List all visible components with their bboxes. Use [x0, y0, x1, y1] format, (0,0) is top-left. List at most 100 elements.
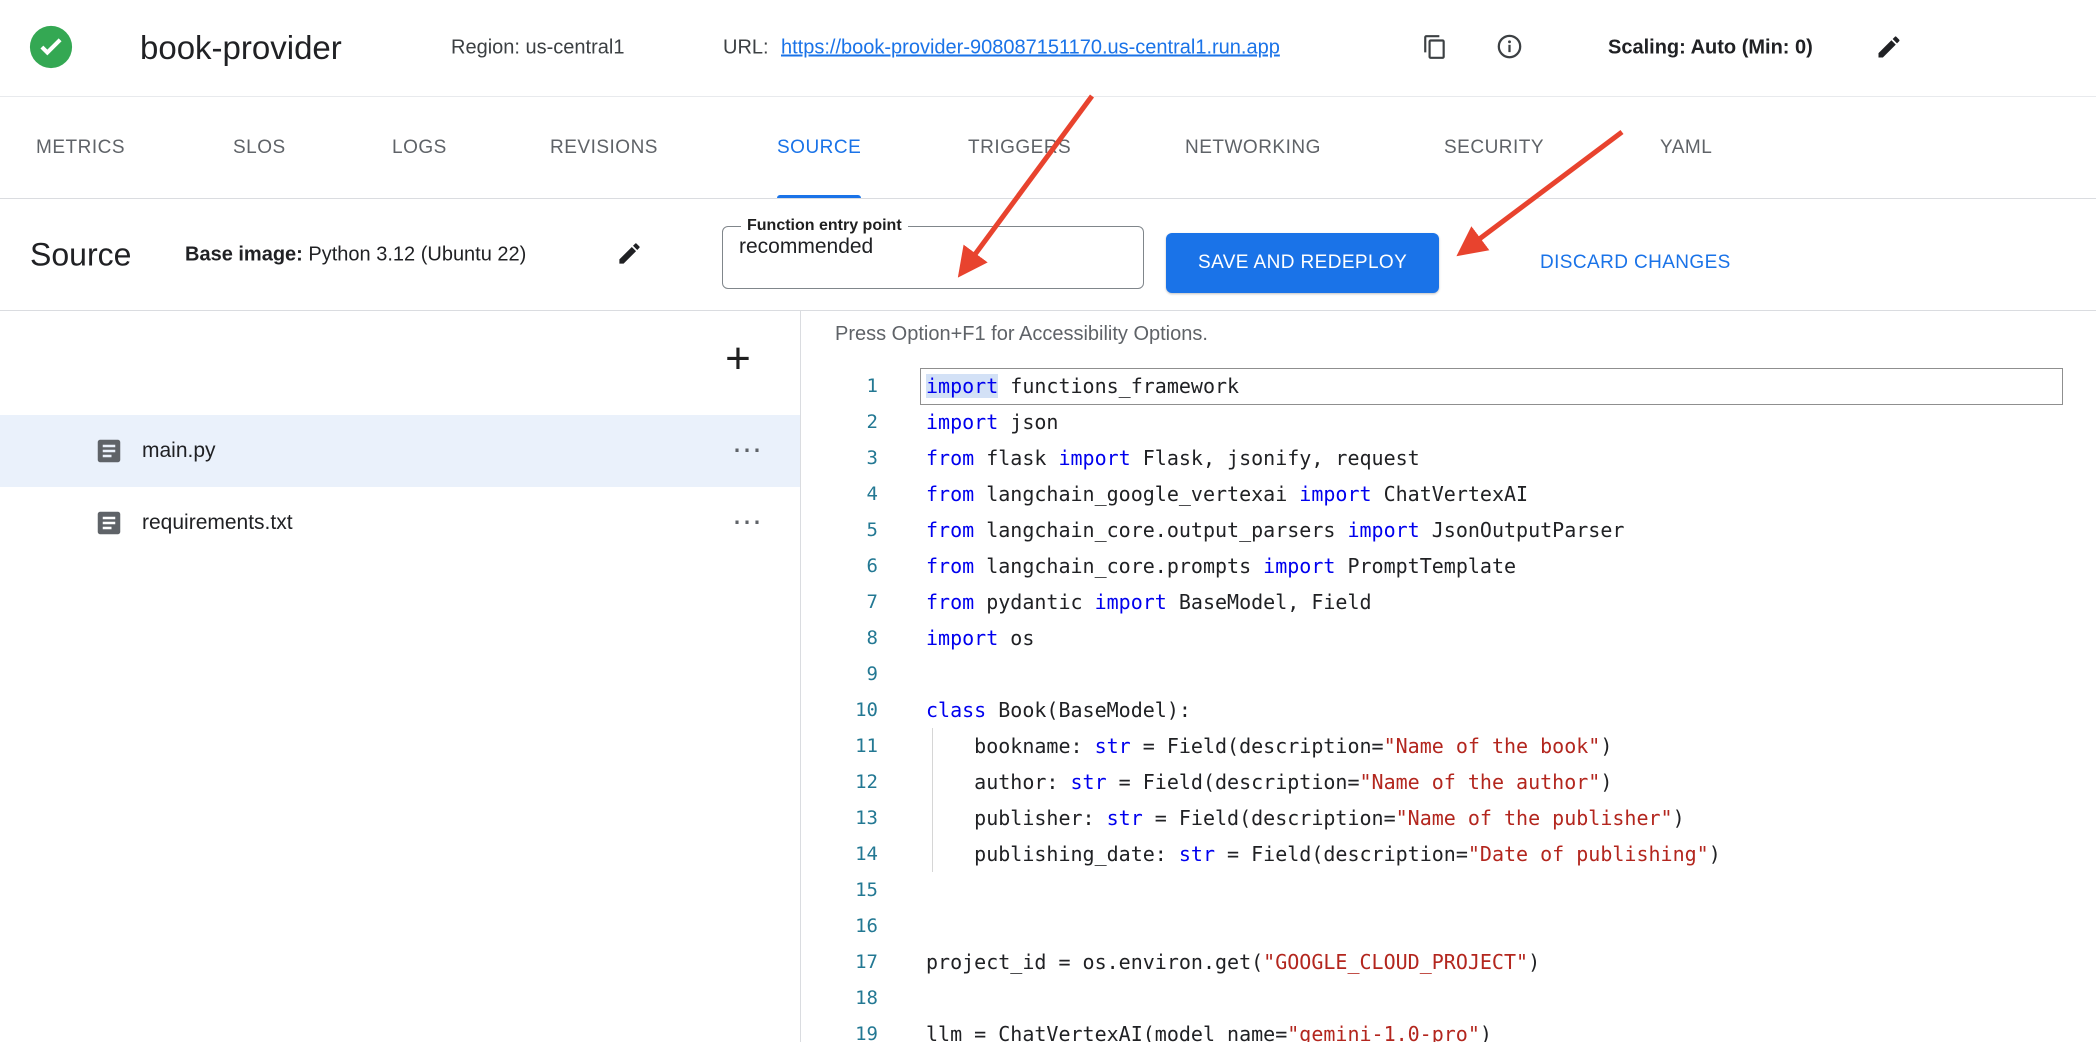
edit-base-image-button[interactable] — [612, 238, 646, 272]
code-line-content: from langchain_core.prompts import Promp… — [926, 548, 2096, 584]
tab-metrics[interactable]: METRICS — [36, 97, 125, 198]
line-number: 16 — [801, 908, 878, 944]
line-number: 5 — [801, 512, 878, 548]
line-number: 3 — [801, 440, 878, 476]
code-line-content — [926, 980, 2096, 1016]
service-url-link[interactable]: https://book-provider-908087151170.us-ce… — [781, 37, 1280, 60]
code-line-content: publishing_date: str = Field(description… — [926, 836, 2096, 872]
code-line-13[interactable]: 13 publisher: str = Field(description="N… — [801, 800, 2096, 836]
tab-networking[interactable]: NETWORKING — [1185, 97, 1321, 198]
tab-source[interactable]: SOURCE — [777, 97, 861, 198]
line-number: 9 — [801, 656, 878, 692]
edit-scaling-button[interactable] — [1872, 31, 1906, 65]
line-number: 19 — [801, 1016, 878, 1042]
code-line-6[interactable]: 6from langchain_core.prompts import Prom… — [801, 548, 2096, 584]
code-line-9[interactable]: 9 — [801, 656, 2096, 692]
line-number: 1 — [801, 368, 878, 404]
service-name: book-provider — [140, 29, 342, 67]
code-line-19[interactable]: 19 llm = ChatVertexAI(model_name="gemini-… — [801, 1016, 2096, 1042]
copy-icon — [1422, 34, 1448, 63]
source-toolbar: Source Base image: Python 3.12 (Ubuntu 2… — [0, 199, 2096, 311]
code-line-content — [926, 872, 2096, 908]
code-line-content: bookname: str = Field(description="Name … — [926, 728, 2096, 764]
tab-bar: METRICS SLOS LOGS REVISIONS SOURCE TRIGGERS NE… — [0, 97, 2096, 199]
base-image-text: Base image: Python 3.12 (Ubuntu 22) — [185, 243, 526, 266]
code-line-8[interactable]: 8 import os — [801, 620, 2096, 656]
line-number: 10 — [801, 692, 878, 728]
line-number: 11 — [801, 728, 878, 764]
code-line-12[interactable]: 12 author: str = Field(description="Name… — [801, 764, 2096, 800]
line-number: 4 — [801, 476, 878, 512]
pencil-icon — [616, 240, 643, 270]
discard-changes-button[interactable]: DISCARD CHANGES — [1540, 233, 1731, 293]
code-line-content: llm = ChatVertexAI(model_name="gemini-1.… — [926, 1016, 2096, 1042]
file-name: main.py — [142, 439, 216, 463]
scaling-text: Scaling: Auto (Min: 0) — [1608, 37, 1813, 60]
line-number: 17 — [801, 944, 878, 980]
code-line-14[interactable]: 14 publishing_date: str = Field(descript… — [801, 836, 2096, 872]
copy-url-button[interactable] — [1418, 31, 1452, 65]
tab-yaml[interactable]: YAML — [1660, 97, 1712, 198]
file-icon — [94, 508, 124, 538]
entry-point-field: Function entry point — [722, 217, 1144, 289]
save-and-redeploy-button[interactable]: SAVE AND REDEPLOY — [1166, 233, 1439, 293]
code-line-17[interactable]: 17project_id = os.environ.get("GOOGLE_CL… — [801, 944, 2096, 980]
entry-point-input[interactable] — [737, 235, 1131, 269]
code-line-content: publisher: str = Field(description="Name… — [926, 800, 2096, 836]
pencil-icon — [1875, 33, 1903, 64]
info-button[interactable] — [1492, 31, 1526, 65]
code-line-4[interactable]: 4 from langchain_google_vertexai import C… — [801, 476, 2096, 512]
tab-triggers[interactable]: TRIGGERS — [968, 97, 1071, 198]
file-panel: + main.py ⋯ requirements.txt ⋯ — [0, 311, 801, 1042]
line-number: 8 — [801, 620, 878, 656]
header: book-provider Region: us-central1 URL: h… — [0, 0, 2096, 97]
code-line-content: from pydantic import BaseModel, Field — [926, 584, 2096, 620]
code-line-content — [926, 908, 2096, 944]
code-line-content: from langchain_core.output_parsers impor… — [926, 512, 2096, 548]
code-line-18[interactable]: 18 — [801, 980, 2096, 1016]
file-icon — [94, 436, 124, 466]
section-title: Source — [30, 236, 131, 273]
code-line-content: from flask import Flask, jsonify, reques… — [926, 440, 2096, 476]
code-line-16[interactable]: 16 — [801, 908, 2096, 944]
line-number: 7 — [801, 584, 878, 620]
region-text: Region: us-central1 — [451, 37, 624, 60]
line-number: 14 — [801, 836, 878, 872]
code-editor[interactable]: Press Option+F1 for Accessibility Option… — [801, 311, 2096, 1042]
tab-revisions[interactable]: REVISIONS — [550, 97, 658, 198]
code-line-1[interactable]: 1 import functions_framework — [801, 368, 2096, 404]
code-line-5[interactable]: 5 from langchain_core.output_parsers impo… — [801, 512, 2096, 548]
line-number: 15 — [801, 872, 878, 908]
code-line-content: author: str = Field(description="Name of… — [926, 764, 2096, 800]
line-number: 13 — [801, 800, 878, 836]
code-line-7[interactable]: 7 from pydantic import BaseModel, Field — [801, 584, 2096, 620]
code-line-content: import functions_framework — [926, 368, 2096, 404]
file-more-button[interactable]: ⋯ — [732, 513, 764, 533]
code-line-15[interactable]: 15 — [801, 872, 2096, 908]
accessibility-hint: Press Option+F1 for Accessibility Option… — [835, 323, 1208, 346]
status-ok-icon — [28, 24, 74, 70]
url-label: URL: — [723, 37, 769, 60]
code-line-content: import os — [926, 620, 2096, 656]
code-line-3[interactable]: 3 from flask import Flask, jsonify, reque… — [801, 440, 2096, 476]
code-line-content: import json — [926, 404, 2096, 440]
code-line-content — [926, 656, 2096, 692]
line-number: 2 — [801, 404, 878, 440]
add-file-button[interactable]: + — [716, 337, 760, 381]
code-lines: 1import functions_framework2import json3… — [801, 368, 2096, 1042]
file-item-main-py[interactable]: main.py ⋯ — [0, 415, 800, 487]
code-line-content: from langchain_google_vertexai import Ch… — [926, 476, 2096, 512]
tab-logs[interactable]: LOGS — [392, 97, 447, 198]
code-line-10[interactable]: 10 class Book(BaseModel): — [801, 692, 2096, 728]
code-line-11[interactable]: 11 bookname: str = Field(description="Na… — [801, 728, 2096, 764]
tab-security[interactable]: SECURITY — [1444, 97, 1544, 198]
file-name: requirements.txt — [142, 511, 293, 535]
entry-point-label: Function entry point — [741, 217, 908, 235]
file-item-requirements-txt[interactable]: requirements.txt ⋯ — [0, 487, 800, 559]
tab-slos[interactable]: SLOS — [233, 97, 286, 198]
code-line-2[interactable]: 2 import json — [801, 404, 2096, 440]
file-list: main.py ⋯ requirements.txt ⋯ — [0, 415, 800, 559]
file-more-button[interactable]: ⋯ — [732, 441, 764, 461]
code-line-content: class Book(BaseModel): — [926, 692, 2096, 728]
line-number: 18 — [801, 980, 878, 1016]
